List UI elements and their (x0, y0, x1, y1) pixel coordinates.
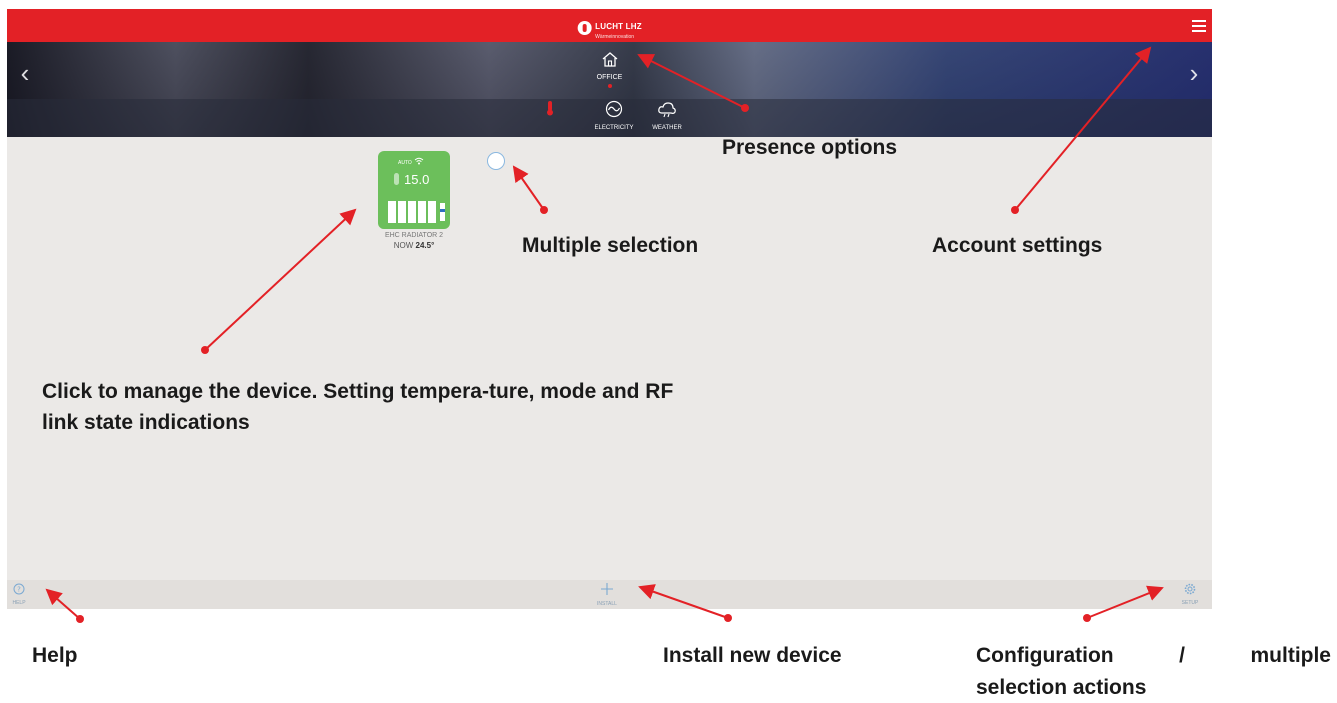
callout-manage-device: Click to manage the device. Setting temp… (42, 380, 674, 434)
callout-help: Help (32, 644, 78, 667)
arrow-dot-multi (540, 206, 548, 214)
arrow-dot-account (1011, 206, 1019, 214)
arrow-config (1086, 585, 1164, 619)
arrow-dot-config (1083, 614, 1091, 622)
callout-multiple-selection: Multiple selection (522, 234, 699, 257)
arrow-dot-presence (741, 104, 749, 112)
arrow-install (638, 584, 729, 619)
arrow-dot-install (724, 614, 732, 622)
callout-install-new-device: Install new device (663, 644, 842, 667)
arrow-device (204, 208, 357, 351)
arrow-presence (637, 54, 746, 109)
arrow-dot-help (76, 615, 84, 623)
callout-presence-options: Presence options (722, 136, 898, 159)
callout-configuration-line2: selection actions (976, 676, 1147, 699)
arrow-account (1014, 46, 1152, 211)
callout-account-settings: Account settings (932, 234, 1103, 257)
arrow-dot-device (201, 346, 209, 354)
arrow-help (45, 588, 81, 620)
callout-configuration-line1: Configuration / multiple (976, 644, 1331, 667)
arrow-multi (512, 165, 545, 211)
annotation-arrows (45, 46, 1164, 623)
